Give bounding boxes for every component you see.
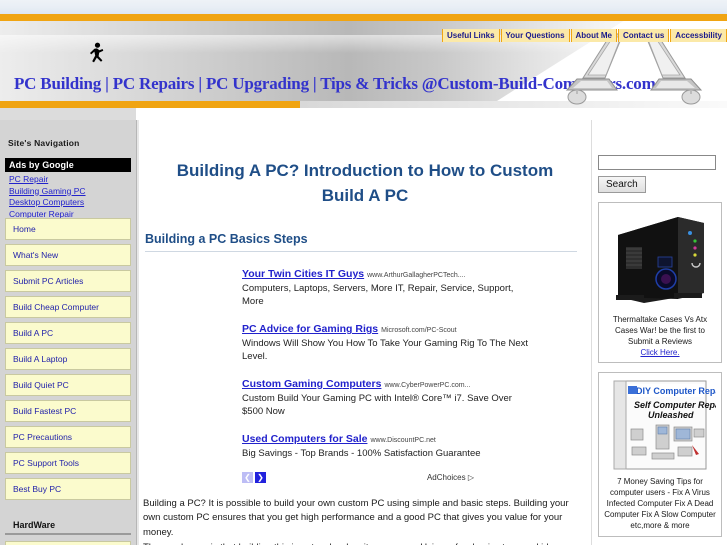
section-subtitle: Building a PC Basics Steps: [145, 232, 577, 252]
ad-footer: ❮ ❯ AdChoices ▷: [242, 471, 474, 483]
ad-title[interactable]: Your Twin Cities IT Guys: [242, 268, 364, 280]
body-paragraph-2: The good news is that building this is n…: [143, 541, 581, 545]
sidebar-hardware-heading: HardWare: [5, 510, 131, 535]
sidebar-item-build-fastest-pc[interactable]: Build Fastest PC: [5, 399, 131, 422]
top-strip: [0, 0, 727, 14]
topnav-item-contact-us[interactable]: Contact us: [617, 29, 670, 42]
diy-computer-repair-book-image: DIY Computer Repair Self Computer Repair…: [604, 377, 716, 473]
sidebar-item-submit-pc-articles[interactable]: Submit PC Articles: [5, 269, 131, 292]
ad-description: Custom Build Your Gaming PC with Intel® …: [242, 393, 512, 417]
promo-card-diy-repair[interactable]: DIY Computer Repair Self Computer Repair…: [598, 372, 722, 537]
ad-url: www.DiscountPC.net: [370, 437, 436, 444]
topnav-item-about-me[interactable]: About Me: [570, 29, 617, 42]
top-navigation[interactable]: Useful Links Your Questions About Me Con…: [441, 29, 727, 42]
sidebar-hardware-list: PC Building Process Perfect Components: [0, 540, 136, 545]
search-button[interactable]: Search: [598, 176, 646, 193]
thermaltake-pc-case-image: [604, 207, 716, 311]
sidebar-nav-list: Home What's New Submit PC Articles Build…: [0, 217, 136, 500]
sidebar-item-whats-new[interactable]: What's New: [5, 243, 131, 266]
ad-title[interactable]: Custom Gaming Computers: [242, 378, 381, 390]
content-ad-block: Your Twin Cities IT Guys www.ArthurGallag…: [242, 264, 532, 483]
topnav-item-your-questions[interactable]: Your Questions: [500, 29, 570, 42]
ad-description: Windows Will Show You How To Take Your G…: [242, 338, 529, 362]
ads-link-desktop-computers[interactable]: Desktop Computers: [9, 197, 131, 209]
sidebar-item-best-buy-pc[interactable]: Best Buy PC: [5, 477, 131, 500]
ad-title[interactable]: PC Advice for Gaming Rigs: [242, 323, 378, 335]
sidebar-item-home[interactable]: Home: [5, 217, 131, 240]
ad-unit[interactable]: Used Computers for Sale www.DiscountPC.ne…: [242, 429, 532, 461]
sidebar-item-pc-precautions[interactable]: PC Precautions: [5, 425, 131, 448]
promo-caption: 7 Money Saving Tips for computer users -…: [604, 477, 716, 530]
svg-text:DIY Computer Repair: DIY Computer Repair: [636, 386, 716, 396]
topnav-item-useful-links[interactable]: Useful Links: [441, 29, 500, 42]
banner-bottom-accent-bar: [0, 101, 300, 108]
banner-top-accent-bar: [0, 14, 727, 21]
promo-card-thermaltake[interactable]: Thermaltake Cases Vs Atx Cases War! be t…: [598, 202, 722, 363]
ad-pagination[interactable]: ❮ ❯: [242, 471, 266, 483]
svg-text:Unleashed: Unleashed: [648, 410, 694, 420]
svg-text:Self Computer Repair: Self Computer Repair: [634, 400, 716, 410]
promo-click-here-link[interactable]: Click Here.: [602, 348, 718, 357]
google-ads-header: Ads by Google: [5, 158, 131, 172]
body-paragraph-1: Building a PC? It is possible to build y…: [143, 497, 569, 538]
sidebar-item-build-a-laptop[interactable]: Build A Laptop: [5, 347, 131, 370]
ad-url: www.ArthurGallagherPCTech....: [367, 272, 466, 279]
adchoices-label[interactable]: AdChoices ▷: [427, 473, 474, 482]
sidebar-item-build-cheap-computer[interactable]: Build Cheap Computer: [5, 295, 131, 318]
promo-caption: Thermaltake Cases Vs Atx Cases War! be t…: [612, 315, 708, 346]
ads-link-building-gaming-pc[interactable]: Building Gaming PC: [9, 186, 131, 198]
ad-unit[interactable]: Your Twin Cities IT Guys www.ArthurGallag…: [242, 264, 532, 308]
main-content: Building A PC? Introduction to How to Cu…: [137, 120, 591, 545]
ad-unit[interactable]: PC Advice for Gaming Rigs Microsoft.com/P…: [242, 319, 532, 363]
sidebar-top-shade: [0, 108, 136, 120]
ad-prev-arrow-icon[interactable]: ❮: [242, 471, 253, 483]
sidebar-item-build-a-pc[interactable]: Build A PC: [5, 321, 131, 344]
walking-person-icon: [90, 42, 104, 63]
search-input[interactable]: [598, 154, 716, 170]
sidebar-heading: Site's Navigation: [8, 138, 80, 148]
sidebar-item-pc-building-process[interactable]: PC Building Process: [5, 540, 131, 545]
search-area: Search: [592, 120, 727, 193]
right-sidebar: Search Thermaltake Cases Vs Atx Cases Wa…: [591, 120, 727, 545]
page-root: PC Building | PC Repairs | PC Upgrading …: [0, 0, 727, 545]
ad-description: Big Savings - Top Brands - 100% Satisfac…: [242, 448, 481, 459]
page-title: Building A PC? Introduction to How to Cu…: [176, 161, 554, 205]
ad-description: Computers, Laptops, Servers, More IT, Re…: [242, 283, 514, 307]
topnav-item-accessbility[interactable]: Accessbility: [670, 29, 727, 42]
site-banner: PC Building | PC Repairs | PC Upgrading …: [0, 14, 727, 108]
ad-url: Microsoft.com/PC-Scout: [381, 327, 457, 334]
ad-unit[interactable]: Custom Gaming Computers www.CyberPowerPC.…: [242, 374, 532, 418]
ad-url: www.CyberPowerPC.com...: [384, 382, 471, 389]
ad-title[interactable]: Used Computers for Sale: [242, 433, 367, 445]
left-sidebar: Site's Navigation Ads by Google PC Repai…: [0, 120, 137, 545]
sidebar-item-build-quiet-pc[interactable]: Build Quiet PC: [5, 373, 131, 396]
sidebar-item-pc-support-tools[interactable]: PC Support Tools: [5, 451, 131, 474]
ads-link-pc-repair[interactable]: PC Repair: [9, 174, 131, 186]
ad-next-arrow-icon[interactable]: ❯: [255, 471, 266, 483]
